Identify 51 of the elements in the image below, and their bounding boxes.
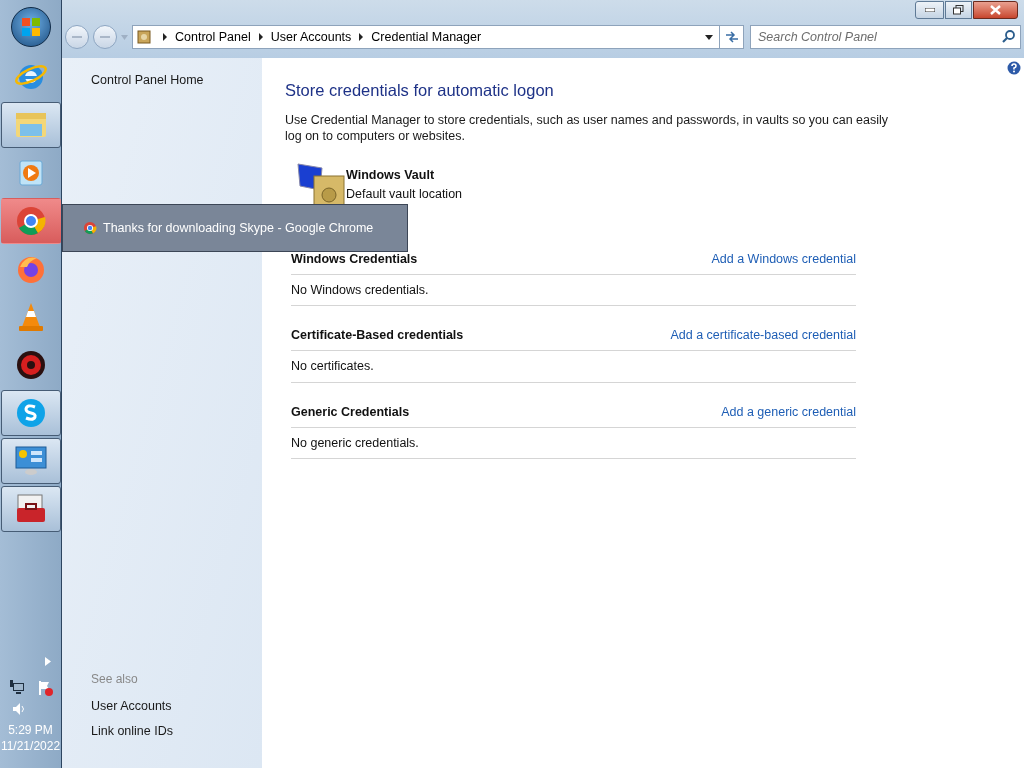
taskbar-button[interactable]: [0, 102, 61, 148]
breadcrumb-arrow-icon[interactable]: [163, 33, 167, 41]
add-credential-link[interactable]: Add a generic credential: [721, 402, 856, 422]
section-heading: Certificate-Based credentials: [291, 327, 464, 345]
see-also-link[interactable]: User Accounts: [91, 696, 262, 716]
add-credential-link[interactable]: Add a Windows credential: [711, 249, 856, 269]
chrome-icon: [14, 205, 47, 237]
taskbar-thumbnail-tooltip[interactable]: Thanks for downloading Skype - Google Chrome: [62, 204, 408, 252]
breadcrumb[interactable]: User Accounts: [270, 27, 352, 47]
search-field[interactable]: Search Control Panel: [750, 25, 1021, 49]
network-icon[interactable]: [8, 680, 25, 696]
breadcrumb-arrow-icon[interactable]: [258, 33, 263, 41]
control-panel-home-link[interactable]: Control Panel Home: [91, 71, 262, 90]
vault-name[interactable]: Windows Vault: [346, 165, 463, 185]
flag-error-icon[interactable]: [36, 680, 53, 696]
chrome-icon: [83, 221, 97, 235]
section-heading: Windows Credentials: [291, 250, 418, 268]
taskbar-button[interactable]: [0, 438, 61, 484]
control-panel-icon: [137, 30, 151, 44]
page-description: Use Credential Manager to store credentials, such as user names and passwords, in vaults so you can easily log on to computers or websites.: [285, 111, 890, 144]
breadcrumb[interactable]: Control Panel: [175, 27, 251, 47]
restore-icon: [953, 5, 964, 15]
taskbar-button[interactable]: [0, 486, 61, 532]
monitor-panel-icon: [13, 445, 48, 477]
close-button[interactable]: [973, 1, 1018, 19]
start-button[interactable]: [10, 7, 51, 47]
see-also-link[interactable]: Link online IDs: [91, 722, 262, 741]
taskbar-button[interactable]: [0, 390, 61, 436]
tooltip-title: Thanks for downloading Skype - Google Chrome: [103, 219, 374, 237]
refresh-icon: [724, 31, 739, 43]
see-also-heading: See also: [91, 670, 139, 688]
address-bar[interactable]: Control Panel User Accounts Credential Manager: [132, 25, 744, 49]
add-credential-link[interactable]: Add a certificate-based credential: [670, 326, 856, 345]
folder-icon: [13, 110, 48, 140]
page-title: Store credentials for automatic logon: [285, 80, 555, 101]
empty-message: No generic credentials.: [291, 427, 856, 460]
vault-subtitle: Default vault location: [346, 185, 463, 203]
breadcrumb[interactable]: Credential Manager: [371, 27, 482, 47]
empty-message: No certificates.: [291, 351, 856, 383]
empty-message: No Windows credentials.: [291, 274, 856, 307]
minimize-icon: [924, 8, 935, 12]
search-icon[interactable]: [1002, 30, 1015, 43]
close-icon: [990, 5, 1001, 15]
skype-icon: [14, 397, 47, 429]
section-heading: Generic Credentials: [291, 403, 410, 421]
breadcrumb-arrow-icon[interactable]: [359, 33, 364, 41]
windows-logo-icon: [20, 17, 41, 37]
dropdown-caret-icon[interactable]: [705, 34, 713, 40]
help-icon[interactable]: [1007, 61, 1021, 75]
minimize-button[interactable]: [915, 1, 944, 19]
restore-button[interactable]: [945, 1, 972, 19]
